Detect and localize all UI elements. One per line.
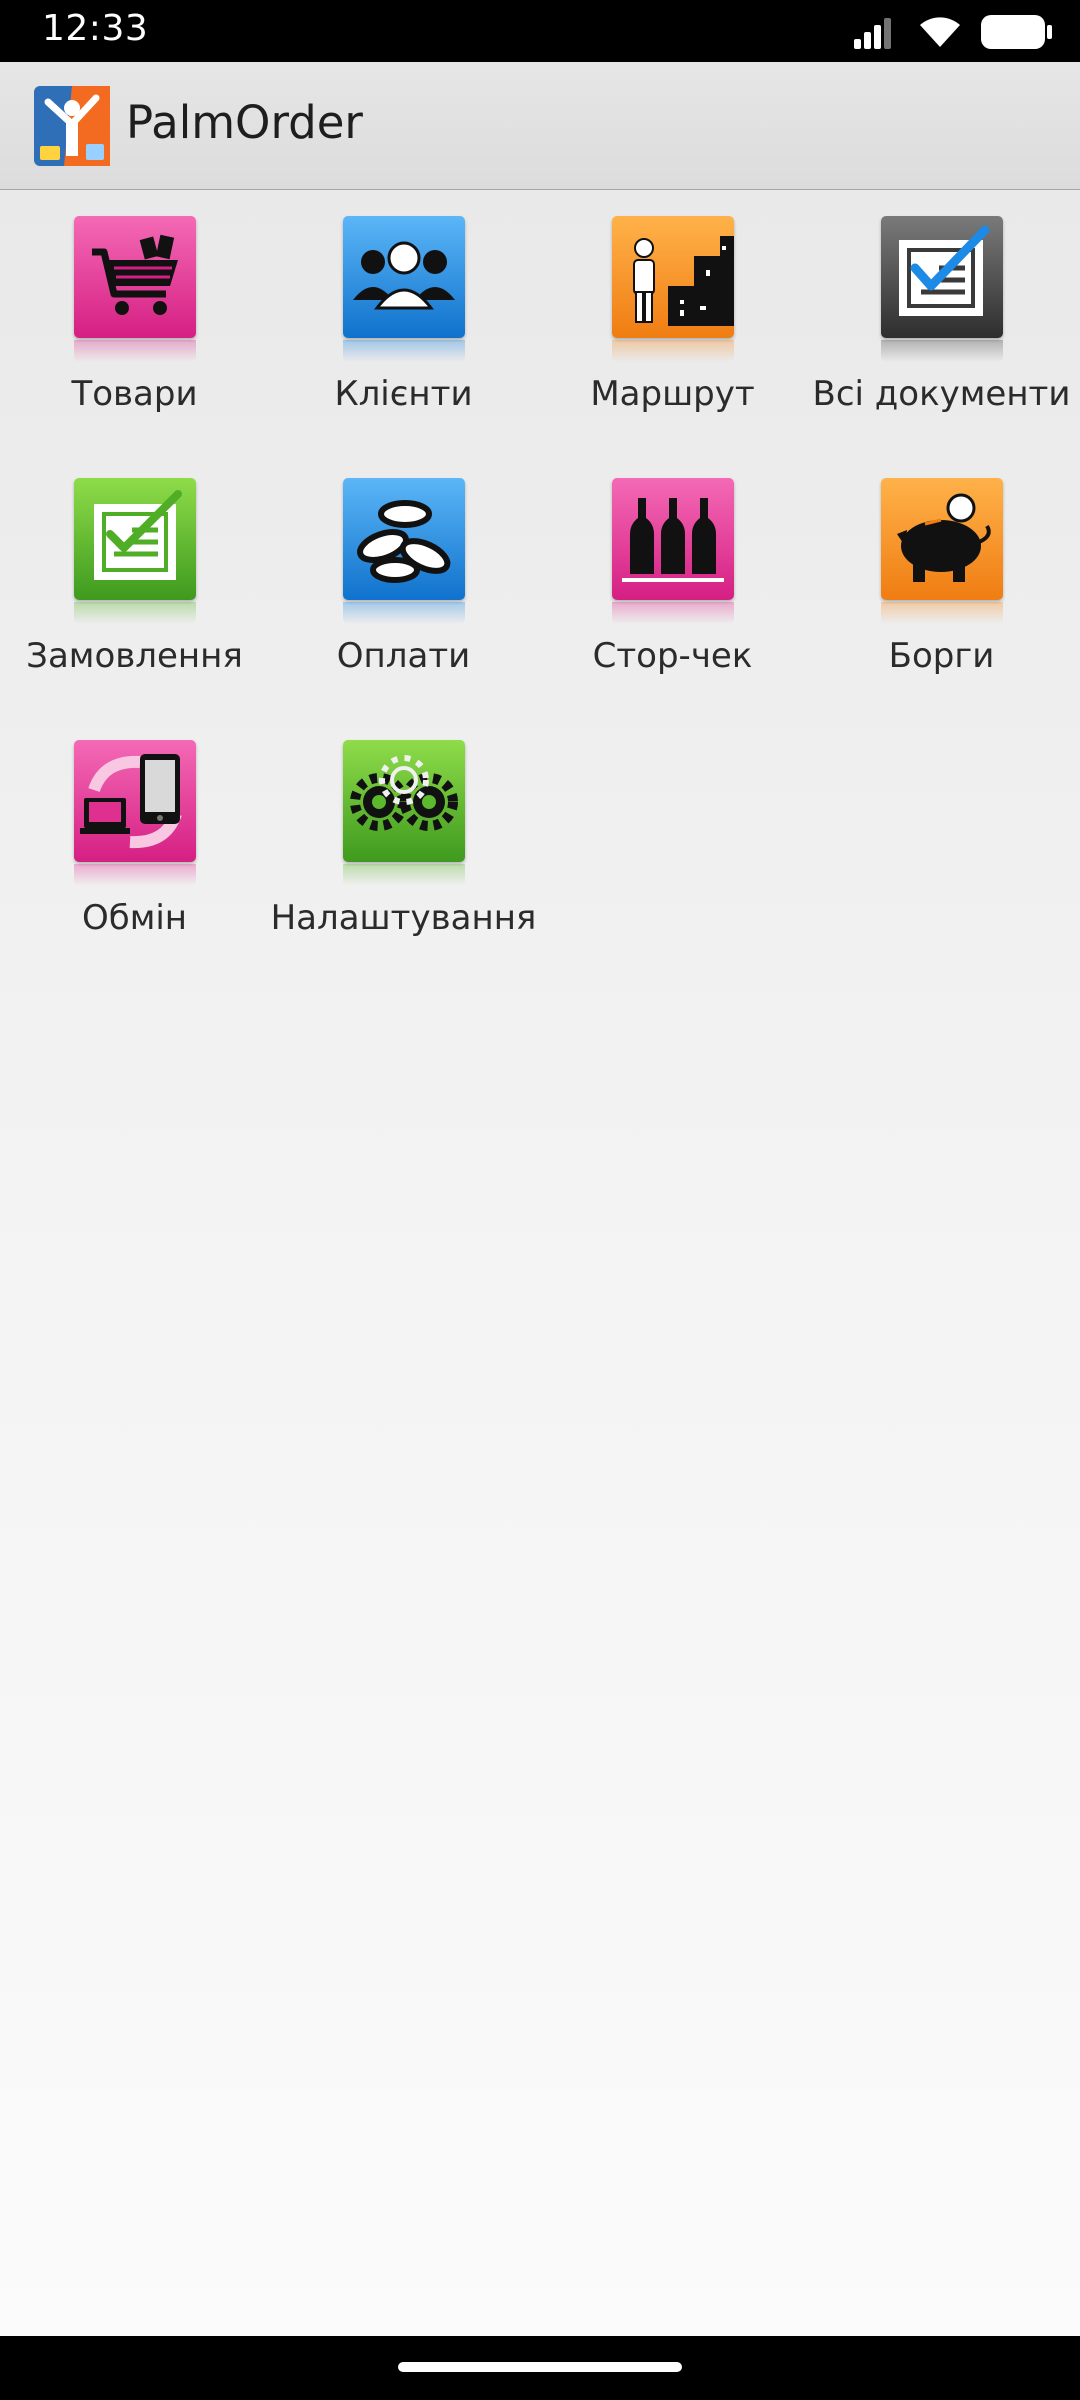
settings-gears-icon: [343, 740, 465, 862]
icon-reflection: [881, 340, 1003, 362]
status-icons: [854, 12, 1054, 52]
all-documents-icon: [881, 216, 1003, 338]
menu-item-label: Оплати: [336, 636, 471, 676]
wifi-icon: [920, 17, 960, 47]
icon-reflection: [74, 864, 196, 886]
menu-item-label: Товари: [71, 374, 198, 414]
menu-item-label: Замовлення: [26, 636, 243, 676]
route-icon: [612, 216, 734, 338]
menu-item-label: Обмін: [81, 898, 188, 938]
clients-icon: [343, 216, 465, 338]
exchange-icon: [74, 740, 196, 862]
menu-item-payments[interactable]: Оплати: [269, 478, 538, 740]
signal-icon: [854, 18, 891, 49]
icon-reflection: [74, 340, 196, 362]
menu-item-label: Налаштування: [270, 898, 537, 938]
navigation-bar: [0, 2336, 1080, 2400]
menu-item-label: Борги: [888, 636, 995, 676]
orders-icon: [74, 478, 196, 600]
menu-item-label: Клієнти: [334, 374, 473, 414]
app-title: PalmOrder: [126, 96, 363, 149]
menu-item-debts[interactable]: Борги: [807, 478, 1076, 740]
palmorder-logo-icon: [34, 86, 110, 166]
menu-item-orders[interactable]: Замовлення: [0, 478, 269, 740]
menu-item-store-check[interactable]: Стор-чек: [538, 478, 807, 740]
shopping-cart-icon: [74, 216, 196, 338]
icon-reflection: [612, 602, 734, 624]
menu-item-exchange[interactable]: Обмін: [0, 740, 269, 1002]
screen: 12:33 PalmOrder Товари Клієнти Маршрут В…: [0, 0, 1080, 2400]
piggy-bank-icon: [881, 478, 1003, 600]
menu-item-label: Маршрут: [590, 374, 755, 414]
main-menu: Товари Клієнти Маршрут Всі документи Зам…: [0, 190, 1080, 2336]
status-bar: 12:33: [0, 0, 1080, 62]
icon-reflection: [881, 602, 1003, 624]
icon-reflection: [343, 602, 465, 624]
menu-item-settings[interactable]: Налаштування: [269, 740, 538, 1002]
home-gesture-handle[interactable]: [398, 2362, 682, 2372]
battery-icon: [981, 15, 1052, 49]
icon-reflection: [343, 864, 465, 886]
payments-icon: [343, 478, 465, 600]
status-time: 12:33: [42, 8, 149, 49]
icon-reflection: [74, 602, 196, 624]
menu-item-label: Стор-чек: [592, 636, 753, 676]
menu-item-clients[interactable]: Клієнти: [269, 216, 538, 478]
menu-item-goods[interactable]: Товари: [0, 216, 269, 478]
menu-item-route[interactable]: Маршрут: [538, 216, 807, 478]
menu-item-label: Всі документи: [812, 374, 1071, 414]
menu-item-all-documents[interactable]: Всі документи: [807, 216, 1076, 478]
icon-reflection: [612, 340, 734, 362]
icon-reflection: [343, 340, 465, 362]
bottles-icon: [612, 478, 734, 600]
app-bar: PalmOrder: [0, 62, 1080, 199]
